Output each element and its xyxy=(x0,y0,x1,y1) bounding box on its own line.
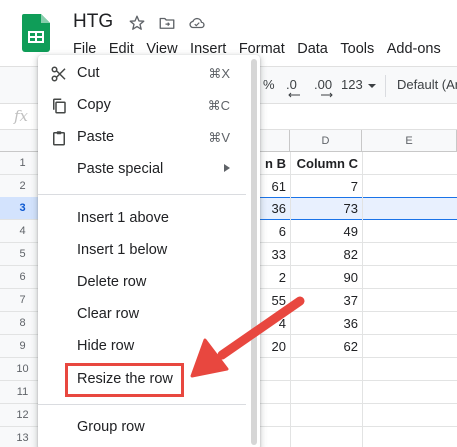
cell-c[interactable]: 37 xyxy=(290,289,362,312)
cell-c[interactable]: 90 xyxy=(290,266,362,289)
menu-item-label: Clear row xyxy=(77,306,140,322)
column-header-e[interactable]: E xyxy=(362,130,457,152)
column-c-header-cell[interactable]: Column C xyxy=(290,152,362,175)
clipboard-icon xyxy=(53,131,65,146)
star-icon[interactable] xyxy=(128,14,146,32)
menu-item-insert-below[interactable]: Insert 1 below xyxy=(38,236,260,266)
menu-item-copy[interactable]: Copy ⌘C xyxy=(38,91,260,121)
keyboard-shortcut: ⌘X xyxy=(208,66,230,81)
menu-data[interactable]: Data xyxy=(297,41,328,61)
row-context-menu: Cut ⌘X Copy ⌘C Paste ⌘V Paste special In… xyxy=(38,55,260,447)
menu-item-label: Cut xyxy=(77,65,100,81)
menu-divider xyxy=(38,404,246,405)
cell-c[interactable]: 82 xyxy=(290,243,362,266)
format-percent-button[interactable]: % xyxy=(263,77,275,92)
cloud-status-icon[interactable] xyxy=(188,14,206,32)
menu-add-ons[interactable]: Add-ons xyxy=(387,41,441,61)
dropdown-arrow-icon xyxy=(368,83,377,88)
column-header-d[interactable]: D xyxy=(290,130,362,152)
menu-item-paste-special[interactable]: Paste special xyxy=(38,155,260,185)
menu-item-label: Paste xyxy=(77,129,115,145)
menu-item-group-row[interactable]: Group row xyxy=(38,413,260,443)
arrow-left-icon xyxy=(288,92,300,98)
fx-icon: fx xyxy=(14,107,29,125)
keyboard-shortcut: ⌘V xyxy=(208,130,230,145)
scissors-icon xyxy=(51,66,66,82)
cell-c[interactable]: 49 xyxy=(290,220,362,243)
cell-c[interactable]: 62 xyxy=(290,335,362,358)
menu-item-label: Delete row xyxy=(77,274,147,290)
menu-item-label: Insert 1 above xyxy=(77,210,169,226)
more-formats-label: 123 xyxy=(341,77,363,92)
menu-item-paste[interactable]: Paste ⌘V xyxy=(38,123,260,153)
menu-item-label: Insert 1 below xyxy=(77,242,168,258)
toolbar-divider xyxy=(385,75,386,97)
arrow-right-icon xyxy=(321,92,333,98)
copy-icon xyxy=(53,98,66,114)
menu-item-insert-above[interactable]: Insert 1 above xyxy=(38,204,260,234)
cell-c[interactable]: 73 xyxy=(290,197,362,220)
resize-row-highlight-box xyxy=(65,363,184,397)
document-title[interactable]: HTG xyxy=(73,11,113,33)
menu-item-label: Group row xyxy=(77,419,145,435)
decrease-decimal-label: .0 xyxy=(286,77,297,92)
more-formats-button[interactable]: 123 xyxy=(341,77,377,92)
menu-scrollbar[interactable] xyxy=(251,59,257,445)
increase-decimal-label: .00 xyxy=(314,77,333,92)
menu-tools[interactable]: Tools xyxy=(340,41,374,61)
google-sheets-logo-icon[interactable] xyxy=(22,14,50,52)
font-family-select[interactable]: Default (Ar xyxy=(397,77,457,92)
cell-c[interactable]: 7 xyxy=(290,175,362,198)
menu-item-label: Copy xyxy=(77,97,111,113)
column-gridline xyxy=(362,152,363,447)
keyboard-shortcut: ⌘C xyxy=(207,98,230,113)
menu-item-clear-row[interactable]: Clear row xyxy=(38,300,260,330)
move-folder-icon[interactable] xyxy=(158,14,176,32)
menu-item-label: Hide row xyxy=(77,338,135,354)
menu-item-label: Paste special xyxy=(77,161,164,177)
decrease-decimal-button[interactable]: .0 xyxy=(286,77,300,98)
cell-c[interactable]: 36 xyxy=(290,312,362,335)
menu-divider xyxy=(38,194,246,195)
submenu-arrow-icon xyxy=(224,164,230,172)
increase-decimal-button[interactable]: .00 xyxy=(314,77,333,98)
menu-item-delete-row[interactable]: Delete row xyxy=(38,268,260,298)
menu-item-hide-row[interactable]: Hide row xyxy=(38,332,260,362)
menu-item-cut[interactable]: Cut ⌘X xyxy=(38,59,260,89)
